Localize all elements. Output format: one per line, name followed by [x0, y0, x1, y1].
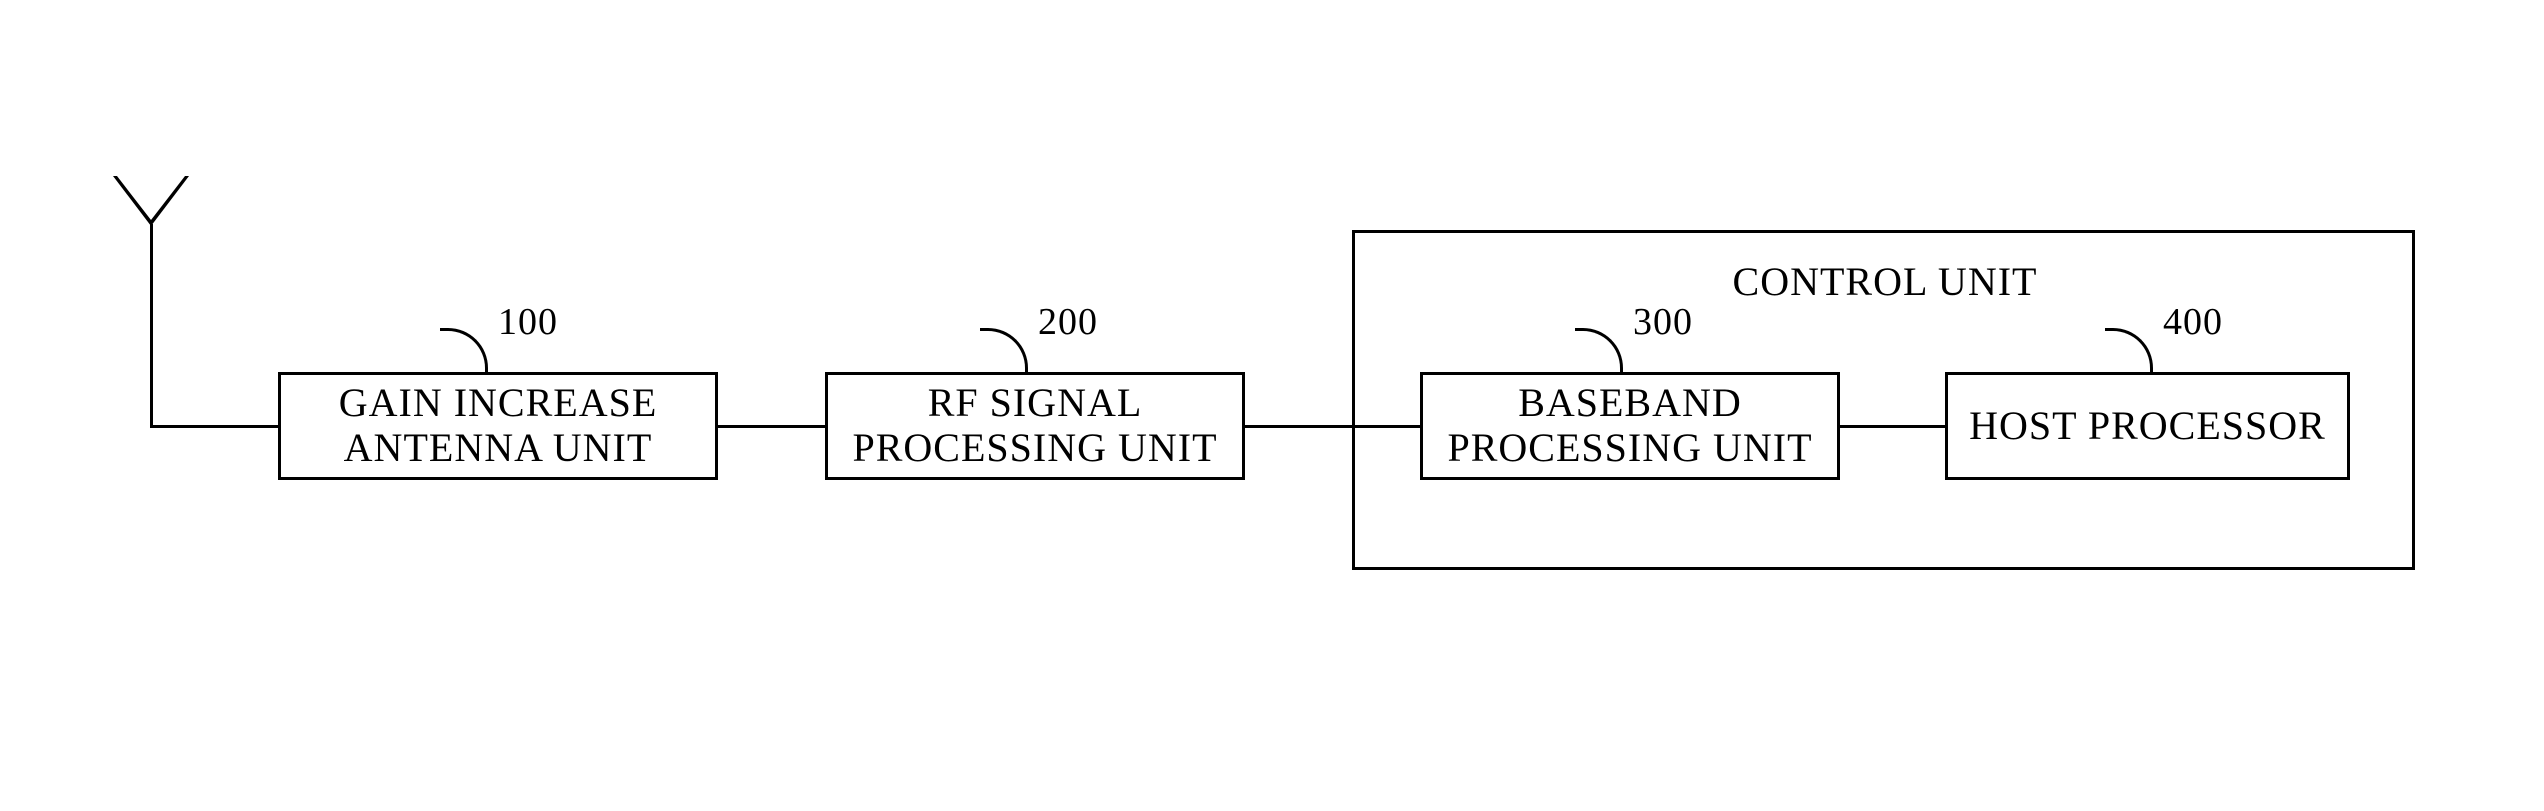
- connector-antenna-to-100: [150, 425, 278, 428]
- block-label: HOST PROCESSOR: [1969, 404, 2326, 449]
- block-gain-increase-antenna-unit: GAIN INCREASE ANTENNA UNIT: [278, 372, 718, 480]
- ref-label-200: 200: [1038, 300, 1098, 344]
- antenna-mast-line: [150, 224, 153, 427]
- ref-label-300: 300: [1633, 300, 1693, 344]
- control-unit-title: CONTROL UNIT: [1730, 258, 2040, 305]
- ref-label-400: 400: [2163, 300, 2223, 344]
- block-label: GAIN INCREASE ANTENNA UNIT: [339, 381, 658, 471]
- block-baseband-processing-unit: BASEBAND PROCESSING UNIT: [1420, 372, 1840, 480]
- diagram-canvas: GAIN INCREASE ANTENNA UNIT 100 RF SIGNAL…: [0, 0, 2544, 811]
- block-rf-signal-processing-unit: RF SIGNAL PROCESSING UNIT: [825, 372, 1245, 480]
- connector-300-to-400: [1840, 425, 1945, 428]
- connector-100-to-200: [718, 425, 825, 428]
- ref-leader-200: [980, 328, 1028, 373]
- block-label: RF SIGNAL PROCESSING UNIT: [852, 381, 1217, 471]
- antenna-icon: [113, 176, 189, 226]
- block-host-processor: HOST PROCESSOR: [1945, 372, 2350, 480]
- ref-leader-100: [440, 328, 488, 373]
- ref-label-100: 100: [498, 300, 558, 344]
- block-label: BASEBAND PROCESSING UNIT: [1447, 381, 1812, 471]
